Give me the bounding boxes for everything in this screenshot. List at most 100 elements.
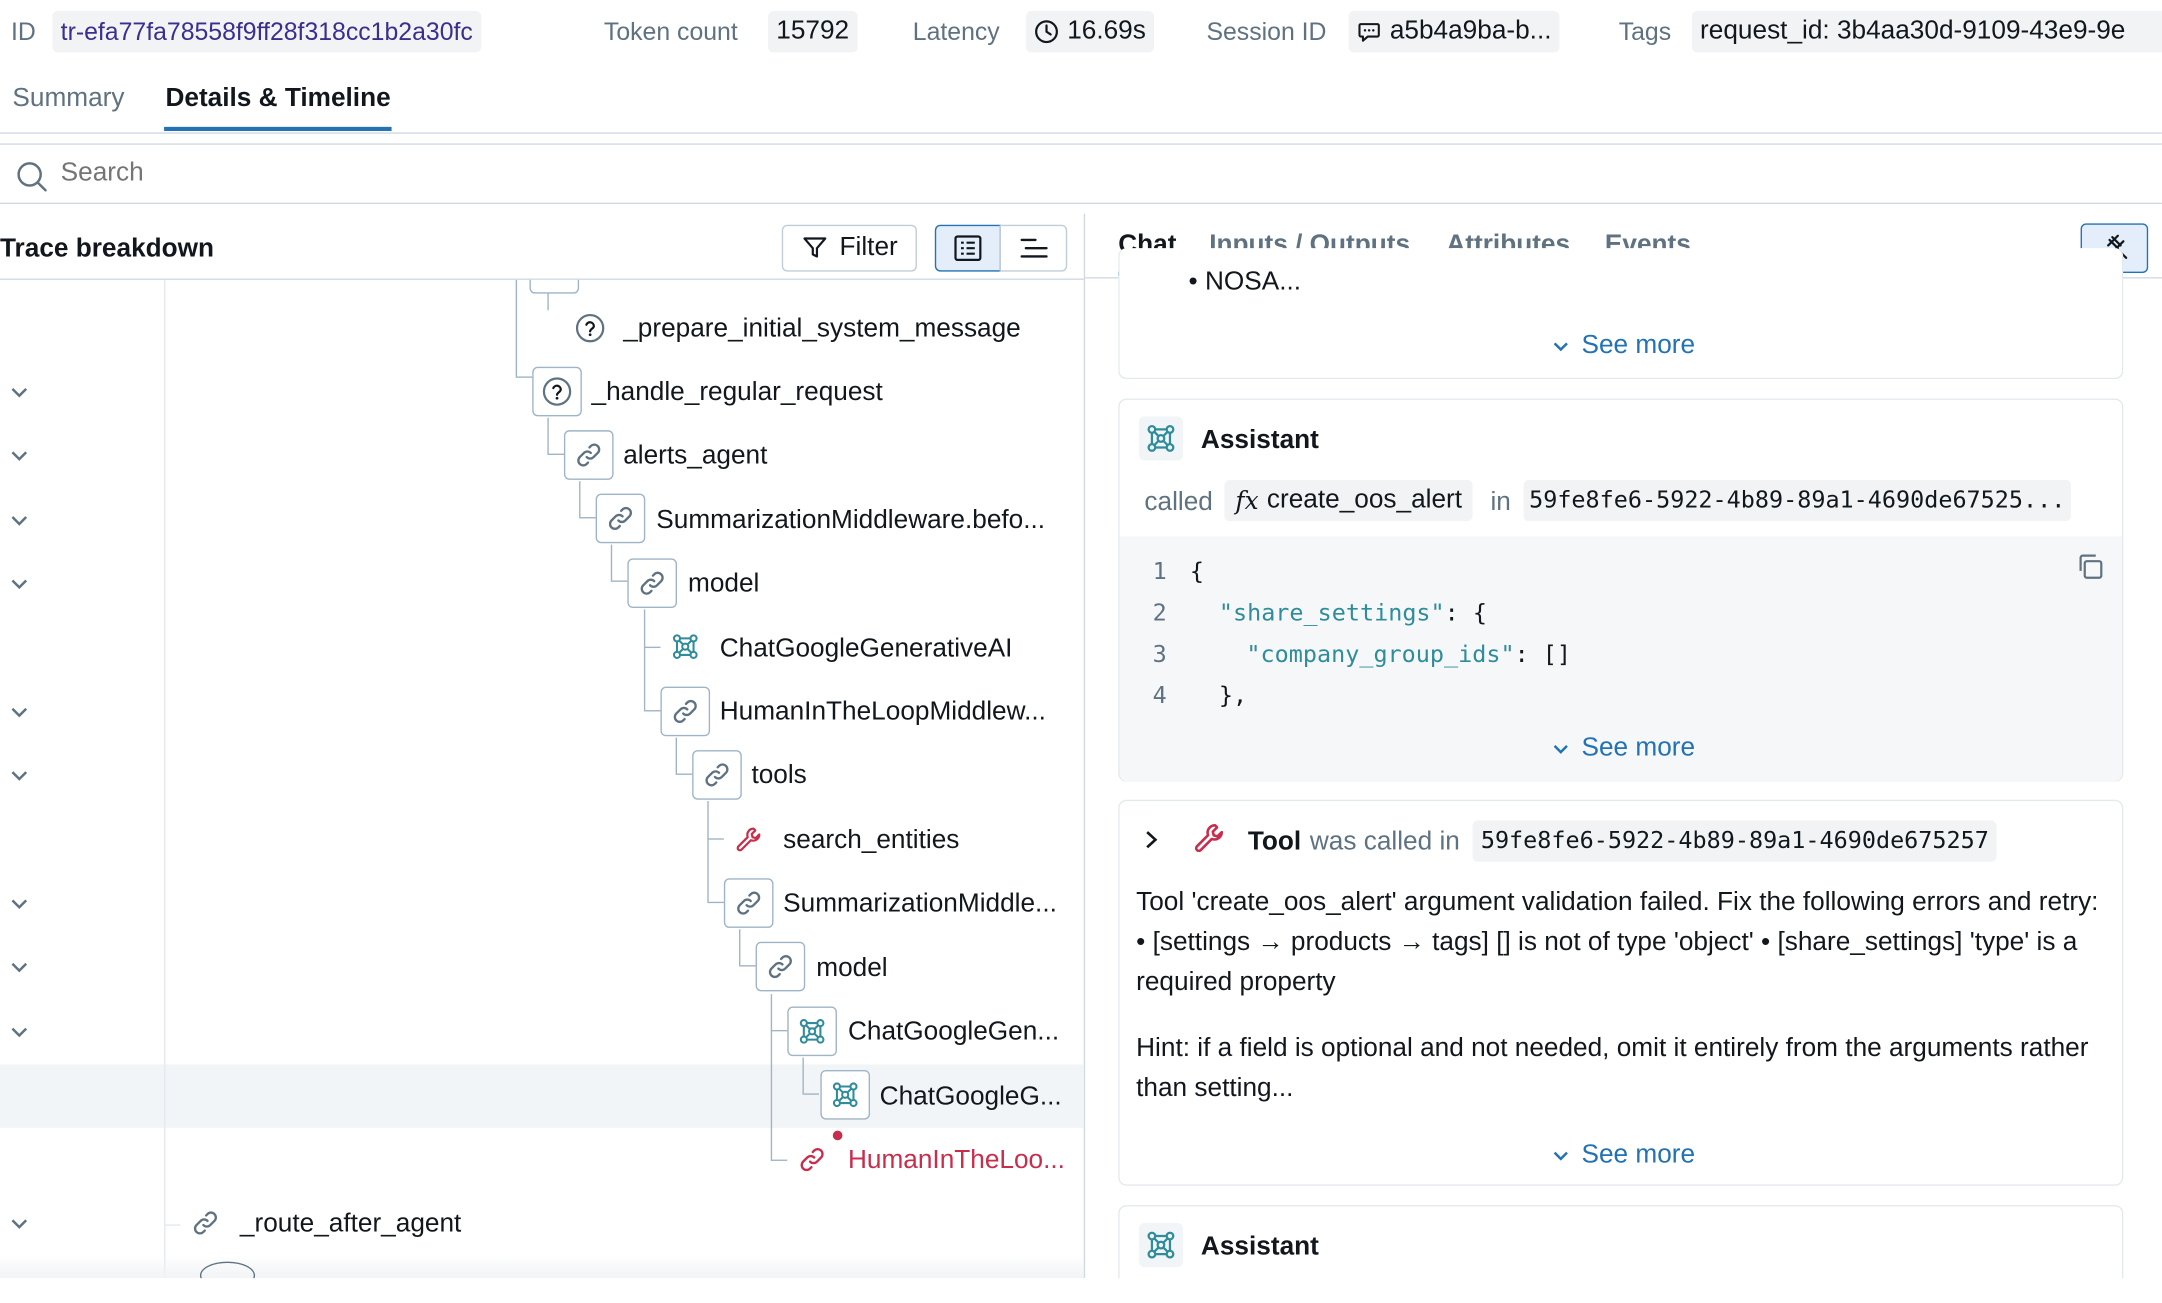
chevron-down-icon [1553,1151,1568,1161]
trace-id-value[interactable]: tr-efa77fa78558f9ff28f318cc1b2a30fc [52,11,482,53]
link-icon [660,686,711,737]
chevron-down-icon [1553,342,1568,352]
trace-node-label[interactable]: search_entities [783,826,959,856]
clock-icon [1035,20,1058,44]
panel-divider [1083,213,1086,1279]
filter-icon [803,237,827,258]
assistant-role-label: Assistant [1200,426,1319,456]
link-icon [563,430,614,480]
link-icon [692,750,742,800]
assistant-role-label: Assistant [1200,1232,1319,1262]
filter-label: Filter [839,233,898,262]
link-icon [180,1198,231,1248]
error-dot [830,1127,846,1144]
function-name-chip: fx create_oos_alert [1224,479,1474,522]
copy-icon[interactable] [2075,552,2105,589]
llm-icon [820,1069,871,1120]
filter-button[interactable]: Filter [781,224,917,272]
list-view-icon [954,235,982,262]
expand-caret[interactable] [8,444,30,466]
see-more-button[interactable]: See more [1551,1140,1695,1170]
trace-node-label[interactable]: alerts_agent [623,441,767,471]
tree-view-toggle[interactable] [934,224,1002,272]
trace-node-label[interactable]: ChatGoogleGen... [848,1018,1059,1048]
question-icon [532,366,582,417]
trace-node-label[interactable]: HumanInTheLoopMiddlew... [720,698,1046,728]
expand-caret[interactable] [8,764,30,786]
expand-caret[interactable] [8,956,30,978]
session-id-text: a5b4a9ba-b... [1389,16,1552,46]
expand-caret[interactable] [8,381,30,403]
tool-called-in-label: was called in [1309,827,1460,857]
trace-breakdown-title: Trace breakdown [0,234,215,264]
trace-node-label[interactable]: ChatGoogleGenerativeAI [720,634,1013,664]
expand-caret[interactable] [8,700,30,722]
tag-request-id[interactable]: request_id: 3b4aa30d-9109-43e9-9e [1691,11,2162,53]
token-count-value: 15792 [767,11,858,53]
timeline-icon [1019,238,1047,258]
in-label: in [1490,488,1511,518]
link-icon [627,558,677,609]
trace-node-label[interactable]: tools [751,761,806,791]
partial-node-icon [529,279,580,294]
latency-text: 16.69s [1067,16,1146,46]
chat-bubble-icon [1358,23,1380,42]
wrench-icon [1191,820,1227,863]
trace-node-label[interactable]: SummarizationMiddleware.befo... [656,506,1045,536]
function-icon: fx [1235,486,1259,515]
wrench-icon [723,814,774,865]
trace-node-label[interactable]: ChatGoogleG... [880,1082,1062,1112]
latency-value: 16.69s [1025,11,1155,53]
trace-id-label: ID [11,17,36,46]
tool-role-label: Tool [1247,827,1302,857]
chevron-down-icon [1553,745,1568,754]
chevron-right-icon[interactable] [1142,829,1161,858]
llm-icon [787,1006,837,1057]
code-block: 1 { 2 "share_settings": { 3 "company_gro… [1119,536,2122,782]
tabs-divider [0,132,2162,134]
link-icon [595,493,646,544]
trace-tree [0,279,1084,1279]
see-more-button[interactable]: See more [1551,331,1695,361]
session-id-value[interactable]: a5b4a9ba-b... [1348,11,1560,53]
trace-node-label[interactable]: _handle_regular_request [592,378,883,408]
llm-icon [660,621,711,672]
link-icon [787,1134,837,1185]
tool-message-card: Tool was called in 59fe8fe6-5922-4b89-89… [1118,799,2124,1186]
tool-call-id-chip: 59fe8fe6-5922-4b89-89a1-4690de675257 [1472,820,1998,862]
question-icon [565,303,615,353]
link-icon [755,941,806,992]
tab-summary[interactable]: Summary [12,84,124,114]
expand-caret[interactable] [8,572,30,594]
session-id-label: Session ID [1206,17,1327,46]
assistant-message-card-2: Assistant [1118,1205,2124,1279]
assistant-icon [1138,1222,1184,1268]
expand-caret[interactable] [8,1212,30,1234]
call-id-chip: 59fe8fe6-5922-4b89-89a1-4690de67525... [1523,479,2071,522]
trace-node-label[interactable]: model [688,569,759,599]
trace-node-label[interactable]: model [816,954,887,984]
latency-label: Latency [912,17,1000,46]
active-tab-indicator [164,126,392,131]
expand-caret[interactable] [8,1020,30,1042]
see-more-button[interactable]: See more [1551,734,1695,764]
tab-details-timeline[interactable]: Details & Timeline [165,84,390,114]
expand-caret[interactable] [8,509,30,531]
search-icon [17,162,47,192]
assistant-message-card: Assistant called fx create_oos_alert in … [1118,398,2124,782]
trace-node-label[interactable]: _prepare_initial_system_message [623,314,1021,344]
scroll-fade [0,1254,1084,1279]
search-input[interactable] [60,153,888,195]
token-count-label: Token count [603,17,738,46]
expand-caret[interactable] [8,892,30,914]
called-label: called [1144,488,1213,518]
trace-node-label[interactable]: SummarizationMiddle... [783,889,1057,919]
search-bar[interactable] [0,143,2162,205]
trace-node-label[interactable]: HumanInTheLoo... [848,1146,1065,1176]
timeline-view-toggle[interactable] [999,224,1068,272]
tool-error-text: Tool 'create_oos_alert' argument validat… [1136,887,2099,997]
tags-label: Tags [1618,17,1672,46]
trace-node-label[interactable]: _route_after_agent [240,1209,461,1239]
link-icon [723,878,774,928]
assistant-icon [1138,416,1184,461]
